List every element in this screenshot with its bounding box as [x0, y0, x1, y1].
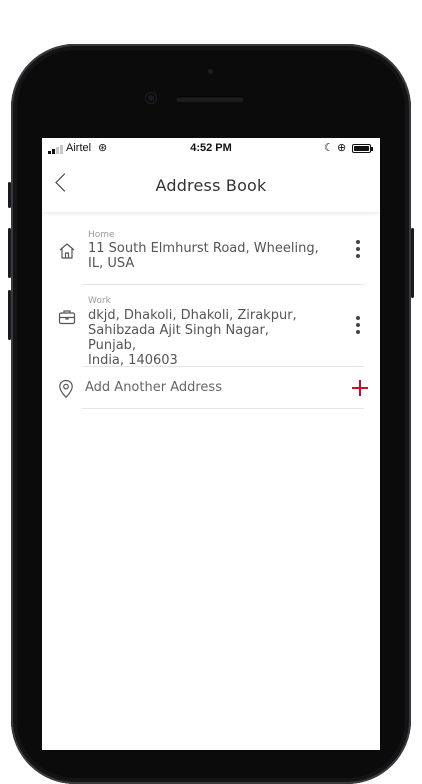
- rotation-lock-icon: ⊕: [337, 142, 347, 154]
- location-pin-icon: [59, 379, 73, 399]
- more-options-icon[interactable]: [354, 240, 362, 261]
- add-address-label: Add Another Address: [85, 380, 222, 395]
- address-item-home[interactable]: Home 11 South Elmhurst Road, Wheeling, I…: [42, 230, 380, 284]
- address-text: 11 South Elmhurst Road, Wheeling, IL, US…: [88, 241, 319, 271]
- power-button: [411, 228, 414, 298]
- status-bar: Airtel ⊛ 4:52 PM ☾ ⊕: [42, 138, 380, 160]
- volume-down-button: [8, 290, 11, 340]
- app-screen: Airtel ⊛ 4:52 PM ☾ ⊕ Address Book Home 1…: [42, 138, 380, 750]
- address-label: Home: [88, 230, 115, 240]
- battery-icon: [352, 144, 373, 153]
- earpiece-speaker: [176, 96, 244, 102]
- add-plus-icon[interactable]: [352, 380, 368, 396]
- nav-header: Address Book: [42, 160, 380, 212]
- address-item-work[interactable]: Work dkjd, Dhakoli, Dhakoli, Zirakpur, S…: [42, 296, 380, 368]
- divider: [82, 284, 364, 285]
- page-title: Address Book: [155, 176, 267, 195]
- add-address-row[interactable]: Add Another Address: [42, 376, 380, 408]
- divider: [82, 366, 364, 367]
- briefcase-icon: [58, 310, 76, 325]
- volume-up-button: [8, 228, 11, 278]
- divider: [82, 408, 364, 409]
- address-label: Work: [88, 296, 111, 306]
- mute-switch: [8, 182, 11, 208]
- proximity-sensor: [208, 69, 213, 74]
- address-text: dkjd, Dhakoli, Dhakoli, Zirakpur, Sahibz…: [88, 308, 297, 368]
- front-camera: [146, 93, 156, 103]
- do-not-disturb-icon: ☾: [324, 142, 334, 154]
- home-icon: [59, 243, 75, 259]
- more-options-icon[interactable]: [354, 316, 362, 337]
